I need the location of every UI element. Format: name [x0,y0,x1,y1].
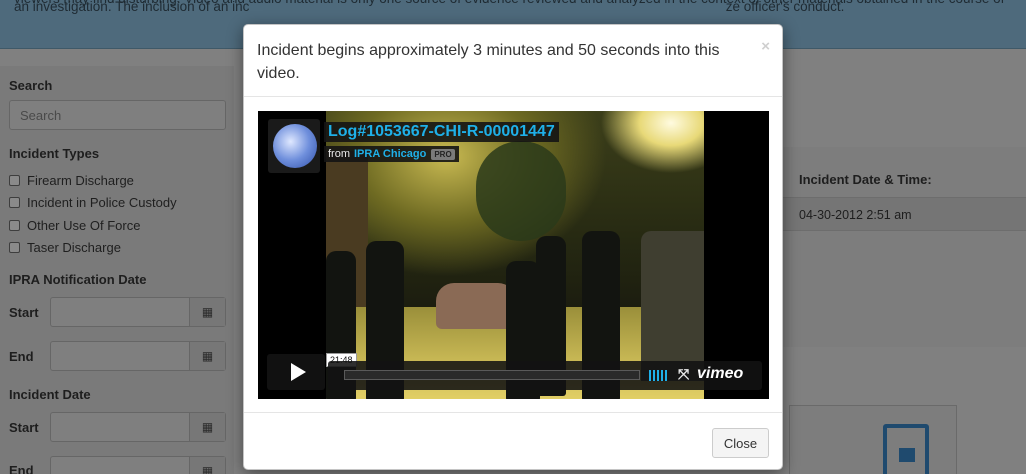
checkbox-label: Incident in Police Custody [27,195,177,210]
table-cell-date: 04-30-2012 2:51 am [799,208,912,222]
play-button[interactable] [267,354,325,390]
video-modal: Incident begins approximately 3 minutes … [243,24,783,470]
end-label: End [9,349,34,364]
checkbox[interactable] [9,197,20,208]
vimeo-logo[interactable]: vimeo [697,365,743,383]
end-label: End [9,463,34,474]
modal-title: Incident begins approximately 3 minutes … [257,42,720,82]
channel-link[interactable]: IPRA Chicago [354,148,426,160]
close-icon[interactable]: × [761,38,770,55]
pro-badge: PRO [431,148,455,160]
modal-footer: Close [244,412,782,469]
checkbox[interactable] [9,220,20,231]
checkbox-label: Other Use Of Force [27,218,141,233]
checkbox[interactable] [9,175,20,186]
results-table: Incident Date & Time: 04-30-2012 2:51 am [782,147,1026,347]
modal-header: Incident begins approximately 3 minutes … [244,25,782,97]
video-file-icon [883,424,929,474]
notification-date-heading: IPRA Notification Date [9,272,147,287]
start-label: Start [9,305,39,320]
player-controls: ⤧ vimeo [328,361,762,390]
filter-incident-in-police-custody[interactable]: Incident in Police Custody [9,195,177,210]
calendar-icon[interactable]: ▦ [189,342,225,370]
filter-taser-discharge[interactable]: Taser Discharge [9,240,121,255]
video-file-card[interactable] [789,405,957,474]
filter-firearm-discharge[interactable]: Firearm Discharge [9,173,134,188]
video-byline: from IPRA Chicago PRO [324,146,459,162]
filter-sidebar: Search Search Incident Types Firearm Dis… [0,66,234,474]
calendar-icon[interactable]: ▦ [189,298,225,326]
search-input[interactable]: Search [9,100,226,130]
notification-end-input[interactable]: ▦ [50,341,226,371]
filter-other-use-of-force[interactable]: Other Use Of Force [9,218,140,233]
incident-end-input[interactable]: ▦ [50,456,226,474]
incident-types-heading: Incident Types [9,146,100,161]
volume-icon[interactable] [649,370,667,381]
incident-start-input[interactable]: ▦ [50,412,226,442]
play-icon [290,363,306,381]
column-header-date: Incident Date & Time: [799,172,932,187]
from-label: from [328,148,350,160]
search-heading: Search [9,78,53,93]
close-button[interactable]: Close [712,428,769,458]
channel-avatar[interactable] [268,119,320,173]
table-row[interactable]: 04-30-2012 2:51 am [782,197,1026,231]
checkbox-label: Taser Discharge [27,240,121,255]
checkbox[interactable] [9,242,20,253]
calendar-icon[interactable]: ▦ [189,457,225,474]
video-title[interactable]: Log#1053667-CHI-R-00001447 [324,122,559,142]
progress-bar[interactable] [344,370,640,380]
start-label: Start [9,420,39,435]
calendar-icon[interactable]: ▦ [189,413,225,441]
checkbox-label: Firearm Discharge [27,173,134,188]
incident-date-heading: Incident Date [9,387,91,402]
notification-start-input[interactable]: ▦ [50,297,226,327]
video-player[interactable]: Log#1053667-CHI-R-00001447 from IPRA Chi… [258,111,769,399]
fullscreen-icon[interactable]: ⤧ [678,366,689,383]
